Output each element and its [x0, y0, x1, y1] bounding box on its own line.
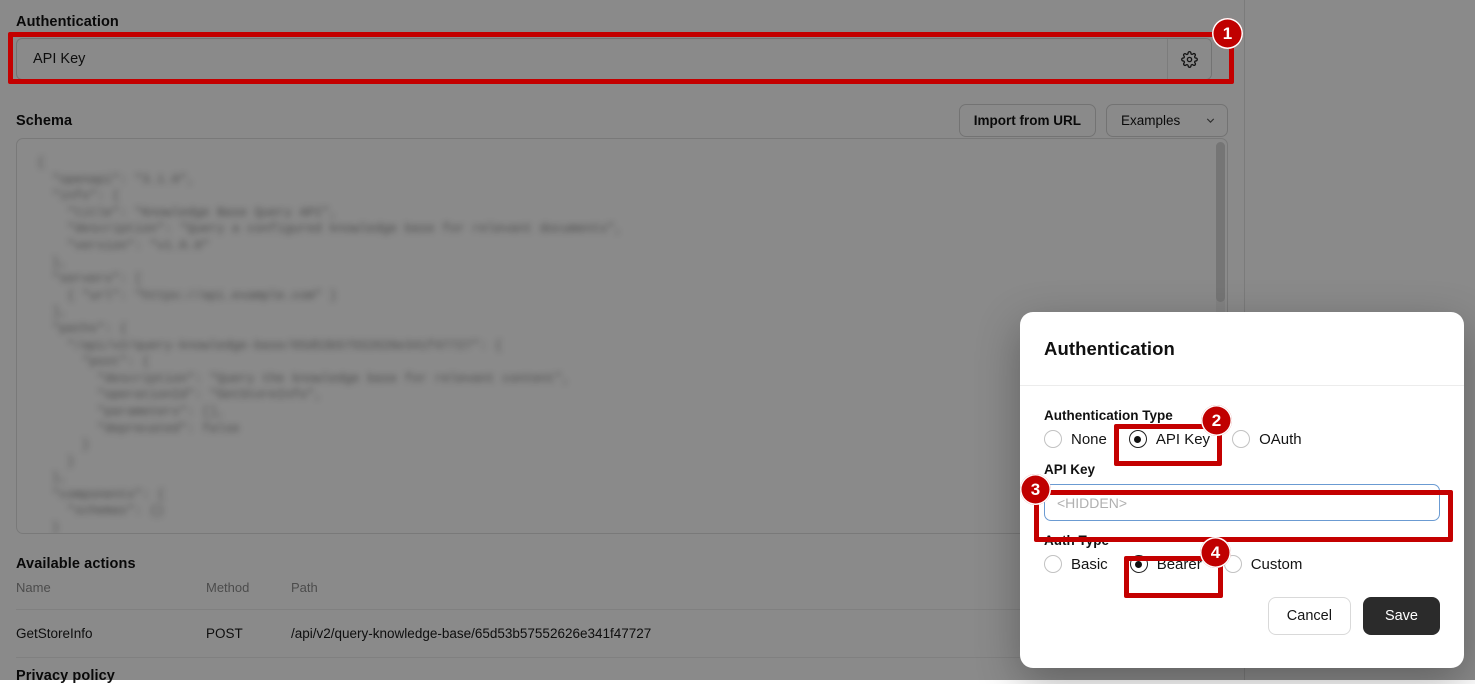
cancel-button[interactable]: Cancel	[1268, 597, 1351, 635]
authentication-type-label: Authentication Type	[1044, 408, 1440, 423]
api-key-input[interactable]	[1044, 484, 1440, 521]
auth-scheme-radio-row: Basic Bearer Custom	[1044, 555, 1440, 573]
dialog-header: Authentication	[1020, 312, 1464, 386]
radio-label-none: None	[1071, 431, 1107, 448]
api-key-group: API Key	[1044, 462, 1440, 521]
radio-circle-oauth[interactable]	[1232, 430, 1250, 448]
radio-option-api-key[interactable]: API Key	[1129, 430, 1210, 448]
radio-circle-bearer[interactable]	[1130, 555, 1148, 573]
radio-circle-custom[interactable]	[1224, 555, 1242, 573]
radio-option-none[interactable]: None	[1044, 430, 1107, 448]
auth-scheme-group: Auth Type Basic Bearer Custom	[1044, 533, 1440, 573]
radio-label-oauth: OAuth	[1259, 431, 1302, 448]
radio-label-custom: Custom	[1251, 556, 1303, 573]
authentication-type-radio-row: None API Key OAuth	[1044, 430, 1440, 448]
api-key-label: API Key	[1044, 462, 1440, 477]
radio-option-custom[interactable]: Custom	[1224, 555, 1303, 573]
dialog-title: Authentication	[1044, 338, 1175, 360]
radio-option-basic[interactable]: Basic	[1044, 555, 1108, 573]
save-button[interactable]: Save	[1363, 597, 1440, 635]
auth-scheme-label: Auth Type	[1044, 533, 1440, 548]
dialog-footer: Cancel Save	[1020, 579, 1464, 635]
radio-label-basic: Basic	[1071, 556, 1108, 573]
dialog-body: Authentication Type None API Key OAuth A…	[1020, 386, 1464, 573]
radio-label-bearer: Bearer	[1157, 556, 1202, 573]
radio-option-bearer[interactable]: Bearer	[1130, 555, 1202, 573]
authentication-type-group: Authentication Type None API Key OAuth	[1044, 408, 1440, 448]
authentication-dialog: Authentication Authentication Type None …	[1020, 312, 1464, 668]
radio-circle-basic[interactable]	[1044, 555, 1062, 573]
radio-label-api-key: API Key	[1156, 431, 1210, 448]
radio-circle-none[interactable]	[1044, 430, 1062, 448]
radio-circle-api-key[interactable]	[1129, 430, 1147, 448]
radio-option-oauth[interactable]: OAuth	[1232, 430, 1302, 448]
